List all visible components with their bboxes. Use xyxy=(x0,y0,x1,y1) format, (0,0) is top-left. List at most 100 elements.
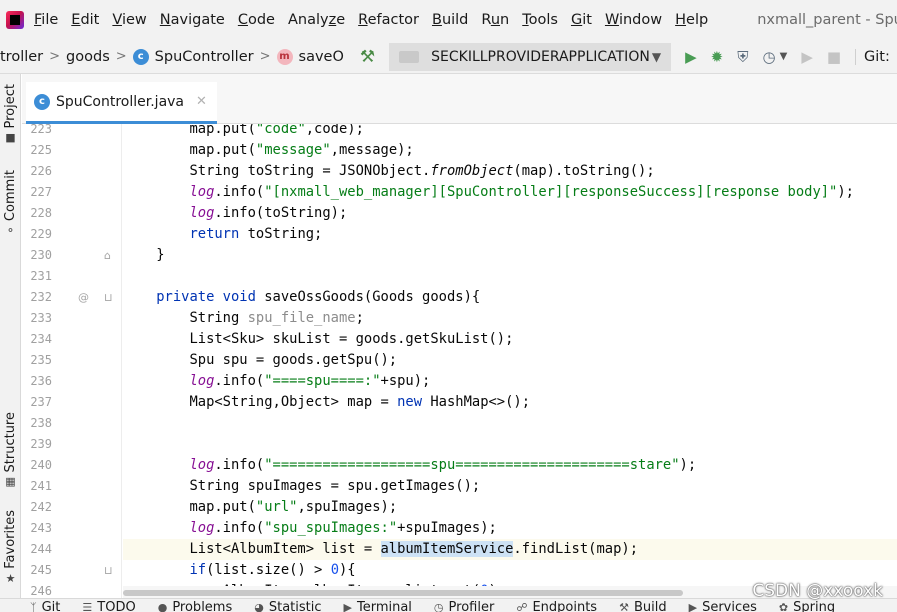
tool-window-label: Problems xyxy=(172,600,233,612)
code-line[interactable]: String spuImages = spu.getImages(); xyxy=(123,476,897,497)
line-number-gutter[interactable]: 223 225 226 227 228 229 230 231 232 233 234 235 236 2… xyxy=(22,124,122,598)
tool-tab-label: Structure xyxy=(3,412,18,473)
scrollbar-thumb[interactable] xyxy=(123,590,683,596)
run-configuration-dropdown[interactable]: SECKILLPROVIDERAPPLICATION ▼ xyxy=(389,42,672,71)
code-line[interactable]: String spu_file_name; xyxy=(123,308,897,329)
code-line[interactable]: return toString; xyxy=(123,224,897,245)
run-icon[interactable]: ▶ xyxy=(685,48,697,66)
breadcrumb-package[interactable]: goods xyxy=(66,49,110,65)
code-line[interactable]: List<AlbumItem> list = albumItemService.… xyxy=(123,539,897,560)
line-number[interactable]: 223 xyxy=(22,124,52,140)
annotation-marker-icon[interactable]: @ xyxy=(78,287,89,308)
tool-tab-favorites[interactable]: Favorites ★ xyxy=(0,510,21,585)
menu-window[interactable]: Window xyxy=(605,12,662,28)
code-line[interactable] xyxy=(123,413,897,434)
code-line[interactable] xyxy=(123,434,897,455)
line-number[interactable]: 241 xyxy=(22,476,52,497)
class-icon: c xyxy=(34,93,50,110)
menu-build[interactable]: Build xyxy=(432,12,468,28)
menu-file[interactable]: File xyxy=(34,12,58,28)
menu-tools[interactable]: Tools xyxy=(522,12,558,28)
code-line[interactable]: log.info("===================spu========… xyxy=(123,455,897,476)
breadcrumb-method[interactable]: saveO xyxy=(299,49,344,65)
code-line[interactable]: String toString = JSONObject.fromObject(… xyxy=(123,161,897,182)
line-number[interactable]: 238 xyxy=(22,413,52,434)
git-toolbar-label[interactable]: Git: xyxy=(855,48,890,65)
line-number[interactable]: 234 xyxy=(22,329,52,350)
line-number[interactable]: 229 xyxy=(22,224,52,245)
line-number[interactable]: 233 xyxy=(22,308,52,329)
tool-window-build[interactable]: ⚒ Build xyxy=(619,599,667,612)
close-icon[interactable]: ✕ xyxy=(196,94,207,109)
line-number[interactable]: 225 xyxy=(22,140,52,161)
tool-window-problems[interactable]: ● Problems xyxy=(158,599,233,612)
menu-git[interactable]: Git xyxy=(571,12,592,28)
fold-start-icon[interactable]: ⊔ xyxy=(104,560,113,581)
code-line[interactable]: List<Sku> skuList = goods.getSkuList(); xyxy=(123,329,897,350)
tool-window-endpoints[interactable]: ☍ Endpoints xyxy=(516,599,597,612)
code-line[interactable]: map.put("message",message); xyxy=(123,140,897,161)
menu-help[interactable]: Help xyxy=(675,12,708,28)
resume-icon[interactable]: ▶ xyxy=(801,48,813,66)
code-line[interactable]: Spu spu = goods.getSpu(); xyxy=(123,350,897,371)
code-line[interactable]: map.put("code",code); xyxy=(123,124,897,140)
code-line[interactable]: map.put("url",spuImages); xyxy=(123,497,897,518)
line-number[interactable]: 246 xyxy=(22,581,52,598)
line-number[interactable]: 227 xyxy=(22,182,52,203)
menu-view[interactable]: View xyxy=(112,12,146,28)
branch-icon: ᛉ xyxy=(30,601,37,612)
stop-icon[interactable]: ■ xyxy=(827,48,841,66)
tool-window-terminal[interactable]: ▶ Terminal xyxy=(344,599,412,612)
menu-analyze[interactable]: Analyze xyxy=(288,12,345,28)
code-line[interactable]: private void saveOssGoods(Goods goods){ xyxy=(123,287,897,308)
menu-navigate[interactable]: Navigate xyxy=(160,12,225,28)
tool-tab-project[interactable]: Project ■ xyxy=(0,84,21,144)
terminal-icon: ▶ xyxy=(343,601,352,612)
line-number[interactable]: 245 xyxy=(22,560,52,581)
code-line[interactable]: if(list.size() > 0){ xyxy=(123,560,897,581)
line-number[interactable]: 240 xyxy=(22,455,52,476)
code-line[interactable]: Map<String,Object> map = new HashMap<>()… xyxy=(123,392,897,413)
line-number[interactable]: 242 xyxy=(22,497,52,518)
code-line[interactable]: } xyxy=(123,245,897,266)
debug-icon[interactable]: ✹ xyxy=(711,48,724,66)
code-line[interactable] xyxy=(123,266,897,287)
tool-window-statistic[interactable]: ◕ Statistic xyxy=(254,599,321,612)
code-line[interactable]: log.info("[nxmall_web_manager][SpuContro… xyxy=(123,182,897,203)
code-line[interactable]: log.info(toString); xyxy=(123,203,897,224)
code-editor[interactable]: map.put("code",code); map.put("message",… xyxy=(123,124,897,598)
line-number[interactable]: 230 xyxy=(22,245,52,266)
tool-tab-structure[interactable]: Structure ▦ xyxy=(0,412,21,488)
line-number[interactable]: 232 xyxy=(22,287,52,308)
line-number[interactable]: 236 xyxy=(22,371,52,392)
menu-code[interactable]: Code xyxy=(238,12,275,28)
menu-edit[interactable]: Edit xyxy=(71,12,99,28)
build-hammer-icon[interactable]: ⚒ xyxy=(360,47,375,67)
code-line[interactable]: log.info("spu_spuImages:"+spuImages); xyxy=(123,518,897,539)
tool-tab-commit[interactable]: Commit ⚬ xyxy=(0,170,21,237)
line-number[interactable]: 228 xyxy=(22,203,52,224)
breadcrumb-folder[interactable]: troller xyxy=(0,49,43,65)
line-number[interactable]: 237 xyxy=(22,392,52,413)
fold-start-icon[interactable]: ⊔ xyxy=(104,287,113,308)
tool-window-label: Services xyxy=(702,600,757,612)
menu-refactor[interactable]: Refactor xyxy=(358,12,419,28)
chevron-down-icon[interactable]: ▼ xyxy=(780,51,788,62)
profile-icon[interactable]: ◷ xyxy=(763,48,776,66)
line-number[interactable]: 244 xyxy=(22,539,52,560)
tool-window-services[interactable]: ▶ Services xyxy=(689,599,757,612)
fold-end-icon[interactable]: ⌂ xyxy=(104,245,111,266)
line-number[interactable]: 231 xyxy=(22,266,52,287)
line-number[interactable]: 235 xyxy=(22,350,52,371)
menu-run[interactable]: Run xyxy=(481,12,509,28)
tool-window-todo[interactable]: ☰ TODO xyxy=(82,599,135,612)
tool-window-profiler[interactable]: ◷ Profiler xyxy=(434,599,494,612)
line-number[interactable]: 239 xyxy=(22,434,52,455)
breadcrumb-class[interactable]: SpuController xyxy=(155,49,254,65)
tool-window-git[interactable]: ᛉ Git xyxy=(30,599,60,612)
code-line[interactable]: log.info("====spu====:"+spu); xyxy=(123,371,897,392)
editor-tab-spucontroller[interactable]: c SpuController.java ✕ xyxy=(26,82,217,124)
line-number[interactable]: 226 xyxy=(22,161,52,182)
coverage-icon[interactable]: ⛨ xyxy=(737,48,748,66)
line-number[interactable]: 243 xyxy=(22,518,52,539)
